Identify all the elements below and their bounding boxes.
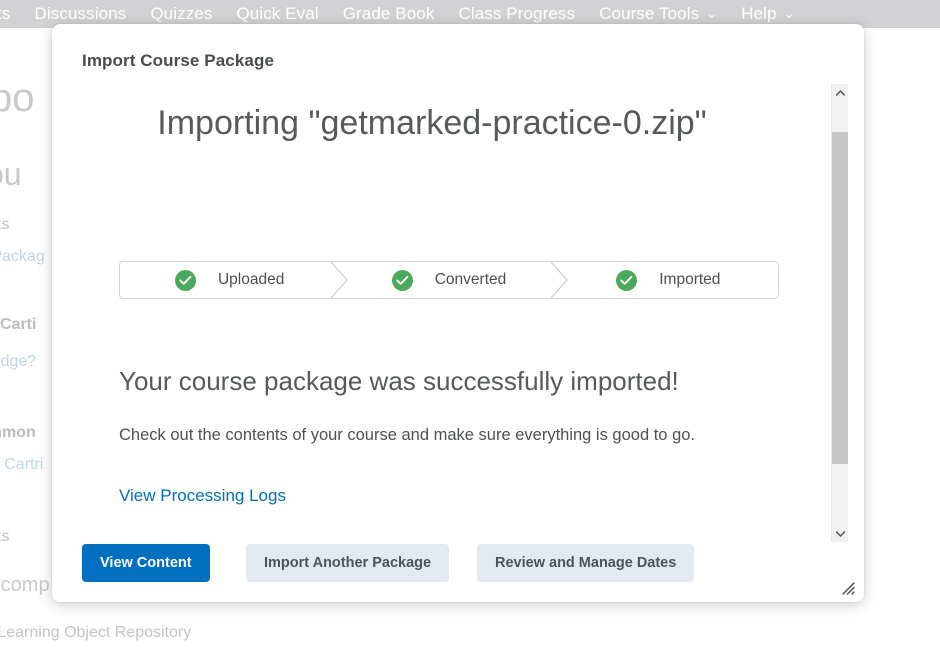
check-circle-icon bbox=[616, 269, 638, 291]
progress-step-imported: Imported bbox=[559, 262, 778, 298]
dialog-title: Import Course Package bbox=[82, 51, 274, 70]
background-text-line: e Packag bbox=[0, 248, 45, 265]
progress-step-label: Converted bbox=[434, 271, 507, 288]
import-progress-steps: Uploaded Converted Imported bbox=[119, 261, 779, 299]
background-text-line: nts bbox=[0, 528, 10, 545]
background-text-line: on Cartri bbox=[0, 456, 44, 473]
view-content-button[interactable]: View Content bbox=[82, 544, 210, 582]
dialog-content: Importing "getmarked-practice-0.zip" Upl… bbox=[52, 82, 812, 538]
background-text-line: l you bbox=[0, 156, 22, 192]
review-and-manage-dates-button[interactable]: Review and Manage Dates bbox=[477, 544, 695, 582]
dialog-header: Import Course Package bbox=[52, 24, 864, 82]
background-text-line: on Carti bbox=[0, 316, 37, 333]
background-text-line: xpo bbox=[0, 76, 35, 120]
success-message: Your course package was successfully imp… bbox=[119, 366, 679, 396]
page-title: Importing "getmarked-practice-0.zip" bbox=[157, 104, 707, 142]
dialog-footer: View Content Import Another Package Revi… bbox=[52, 538, 864, 602]
dialog-scrollbar[interactable] bbox=[831, 84, 848, 542]
scroll-up-arrow-icon[interactable] bbox=[832, 84, 848, 101]
progress-step-converted: Converted bbox=[339, 261, 568, 299]
background-text-line: rtridge? bbox=[0, 353, 37, 370]
progress-step-label: Imported bbox=[659, 271, 721, 288]
import-another-package-button[interactable]: Import Another Package bbox=[246, 544, 450, 582]
import-course-package-dialog: Import Course Package Importing "getmark… bbox=[52, 24, 864, 602]
scrollbar-thumb[interactable] bbox=[832, 132, 848, 464]
nav-item-ents[interactable]: ents bbox=[0, 0, 11, 28]
description-text: Check out the contents of your course an… bbox=[119, 426, 696, 444]
view-processing-logs-link[interactable]: View Processing Logs bbox=[119, 486, 286, 506]
progress-step-label: Uploaded bbox=[217, 271, 285, 288]
background-text-line: n Learning Object Repository bbox=[0, 624, 192, 641]
check-circle-icon bbox=[391, 269, 413, 291]
background-text-line: ommon bbox=[0, 424, 36, 441]
background-text-line: n comp bbox=[0, 574, 50, 596]
check-circle-icon bbox=[174, 269, 196, 291]
dialog-scroll-region: Importing "getmarked-practice-0.zip" Upl… bbox=[52, 82, 864, 538]
background-text-line: nts bbox=[0, 216, 10, 233]
progress-step-uploaded: Uploaded bbox=[120, 261, 349, 299]
resize-handle-icon[interactable] bbox=[840, 580, 856, 596]
